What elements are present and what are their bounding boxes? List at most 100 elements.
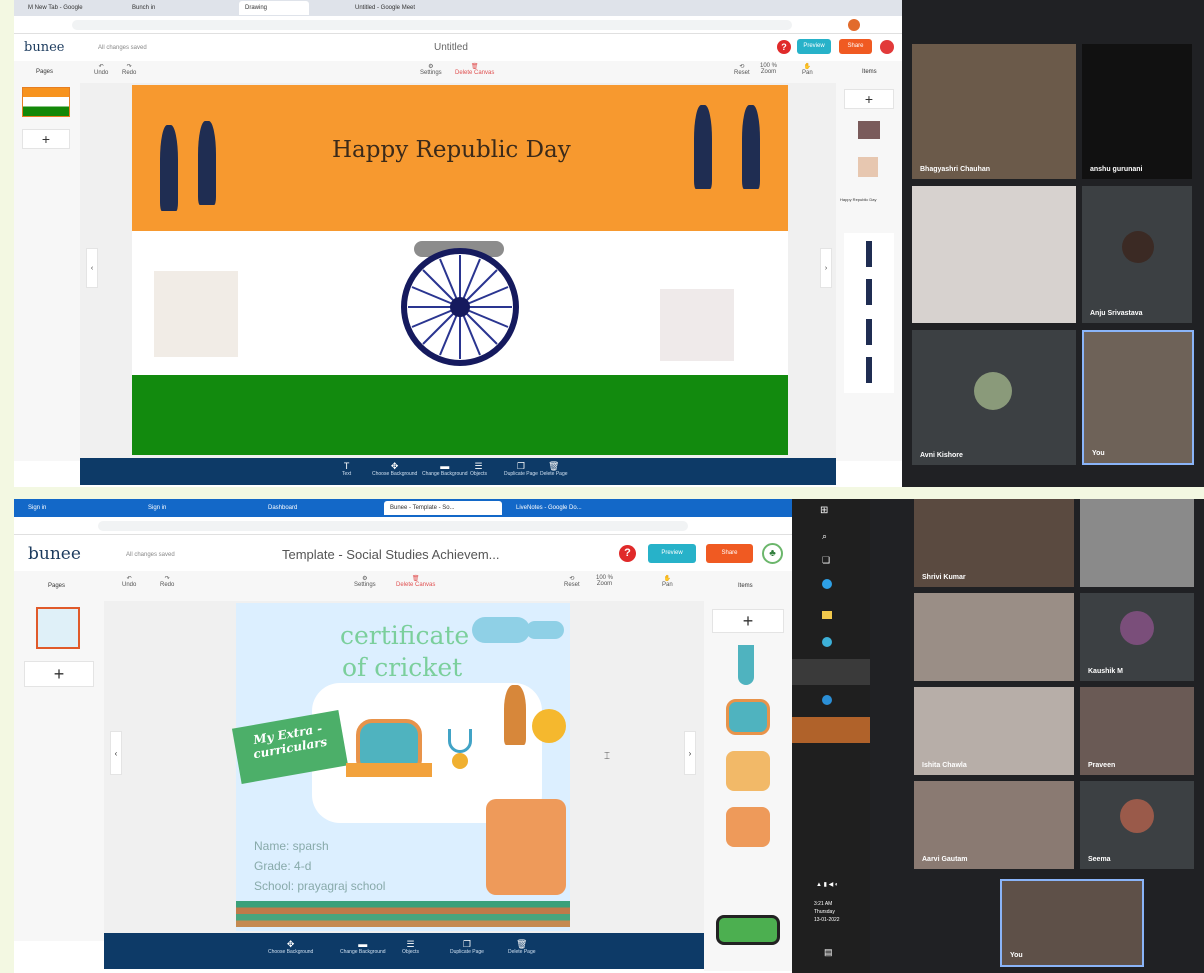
bottom-reset-button[interactable]: ⟲ Reset xyxy=(564,575,580,588)
top-choose-bg-tool[interactable]: ✥ Choose Background xyxy=(372,461,417,477)
top-user-avatar[interactable] xyxy=(880,40,894,54)
item-thumb[interactable] xyxy=(726,751,770,791)
bottom-user-avatar[interactable]: ♣ xyxy=(762,543,783,564)
bottom-delete-tool[interactable]: 🗑 Delete Page xyxy=(508,939,536,955)
top-settings-button[interactable]: ⚙ Settings xyxy=(420,63,442,76)
active-app-icon[interactable] xyxy=(792,717,870,743)
chrome-icon[interactable] xyxy=(792,659,870,685)
participant-tile[interactable]: Shrivi Kumar xyxy=(914,499,1074,587)
top-slide[interactable]: Happy Republic Day xyxy=(132,85,788,455)
bottom-help-icon[interactable]: ? xyxy=(619,545,636,562)
top-pan-button[interactable]: ✋ Pan xyxy=(802,63,813,76)
chick-figure[interactable] xyxy=(532,709,566,743)
bottom-duplicate-tool[interactable]: ❐ Duplicate Page xyxy=(450,939,484,955)
top-tab-1[interactable]: M New Tab - Google xyxy=(22,1,107,15)
bottom-choose-bg-tool[interactable]: ✥ Choose Background xyxy=(268,939,313,955)
name-line[interactable]: Name: sparsh xyxy=(254,839,329,853)
top-tab-3[interactable]: Drawing xyxy=(239,1,309,15)
top-help-icon[interactable]: ? xyxy=(777,40,791,54)
ashoka-chakra-icon[interactable] xyxy=(400,247,520,367)
cert-title-line1[interactable]: certificate xyxy=(340,621,469,650)
soldier-figure[interactable] xyxy=(160,125,178,211)
top-next-page-arrow[interactable]: › xyxy=(820,248,832,288)
notification-icon[interactable]: ▤ xyxy=(824,947,833,958)
top-change-bg-tool[interactable]: ▬ Change Background xyxy=(422,461,468,477)
clock-time[interactable]: 3:21 AM xyxy=(814,901,832,907)
top-profile-icon[interactable] xyxy=(848,19,860,31)
top-undo-button[interactable]: ↶ Undo xyxy=(94,63,108,76)
bottom-next-page-arrow[interactable]: › xyxy=(684,731,696,775)
participant-tile[interactable]: Ishita Chawla xyxy=(914,687,1074,775)
bottom-tab-5[interactable]: LiveNotes - Google Do... xyxy=(510,501,625,515)
bottom-objects-tool[interactable]: ☰ Objects xyxy=(402,939,419,955)
bottom-add-item-button[interactable]: + xyxy=(712,609,784,633)
school-line[interactable]: School: prayagraj school xyxy=(254,879,385,893)
certificate-slide[interactable]: certificate of cricket My Extra -curricu… xyxy=(231,603,570,931)
bottom-prev-page-arrow[interactable]: ‹ xyxy=(110,731,122,775)
participant-tile[interactable]: anshu gurunani xyxy=(1082,44,1192,179)
item-thumb[interactable] xyxy=(866,357,872,383)
bottom-tab-4[interactable]: Bunee - Template - So... xyxy=(384,501,502,515)
bottom-page-thumb[interactable] xyxy=(36,607,80,649)
bottom-preview-button[interactable]: Preview xyxy=(648,544,696,563)
item-thumb[interactable] xyxy=(858,121,880,139)
app-icon[interactable] xyxy=(822,695,832,705)
folder-icon[interactable] xyxy=(822,611,832,619)
bottom-share-button[interactable]: Share xyxy=(706,544,753,563)
start-icon[interactable]: ⊞ xyxy=(820,505,828,516)
bottom-tab-1[interactable]: Sign in xyxy=(22,501,102,515)
item-thumb[interactable] xyxy=(738,645,754,685)
bottom-tab-3[interactable]: Dashboard xyxy=(262,501,352,515)
participant-tile[interactable]: Praveen xyxy=(1080,687,1194,775)
participant-tile[interactable]: Kaushik M xyxy=(1080,593,1194,681)
top-share-button[interactable]: Share xyxy=(839,39,872,54)
top-preview-button[interactable]: Preview xyxy=(797,39,831,54)
soldier-figure[interactable] xyxy=(198,121,216,205)
participant-tile[interactable]: Bhagyashri Chauhan xyxy=(912,44,1076,179)
bottom-pan-button[interactable]: ✋ Pan xyxy=(662,575,673,588)
bottom-undo-button[interactable]: ↶ Undo xyxy=(122,575,136,588)
item-thumb[interactable] xyxy=(866,319,872,345)
soldier-figure[interactable] xyxy=(694,105,712,189)
top-text-tool[interactable]: T Text xyxy=(342,461,351,477)
bottom-delete-canvas-button[interactable]: 🗑 Delete Canvas xyxy=(396,575,435,588)
bottom-app-logo[interactable]: bunee xyxy=(28,544,81,564)
top-prev-page-arrow[interactable]: ‹ xyxy=(86,248,98,288)
item-thumb[interactable] xyxy=(866,279,872,305)
bottom-url-field[interactable] xyxy=(98,521,688,531)
top-reset-button[interactable]: ⟲ Reset xyxy=(734,63,750,76)
grade-line[interactable]: Grade: 4-d xyxy=(254,859,311,873)
slide-title[interactable]: Happy Republic Day xyxy=(332,137,571,163)
top-delete-canvas-button[interactable]: 🗑 Delete Canvas xyxy=(455,63,494,76)
item-thumb[interactable] xyxy=(726,699,770,735)
bottom-change-bg-tool[interactable]: ▬ Change Background xyxy=(340,939,386,955)
green-rect-item[interactable] xyxy=(716,915,780,945)
cloud-icon[interactable] xyxy=(472,617,530,643)
top-zoom-control[interactable]: 100 % Zoom xyxy=(760,63,777,75)
leader-photo[interactable] xyxy=(154,271,238,357)
soldier-figure[interactable] xyxy=(742,105,760,189)
participant-tile[interactable] xyxy=(912,186,1076,323)
participant-tile-self[interactable]: You xyxy=(1082,330,1194,465)
dancers-image[interactable] xyxy=(660,289,734,361)
item-thumb[interactable] xyxy=(858,157,878,177)
top-redo-button[interactable]: ↷ Redo xyxy=(122,63,136,76)
top-add-item-button[interactable]: + xyxy=(844,89,894,109)
top-url-field[interactable] xyxy=(72,20,792,30)
item-thumb[interactable] xyxy=(726,807,770,847)
item-thumb[interactable] xyxy=(866,241,872,267)
top-page-thumb[interactable] xyxy=(22,87,70,117)
kids-figure[interactable] xyxy=(486,799,566,895)
task-view-icon[interactable]: ❏ xyxy=(822,555,830,566)
participant-tile[interactable] xyxy=(914,593,1074,681)
top-tab-2[interactable]: Bunch in xyxy=(126,1,196,15)
bottom-settings-button[interactable]: ⚙ Settings xyxy=(354,575,376,588)
search-icon[interactable]: ⌕ xyxy=(822,531,827,542)
participant-tile-self[interactable]: You xyxy=(1000,879,1144,967)
participant-tile[interactable]: Seema xyxy=(1080,781,1194,869)
bottom-zoom-control[interactable]: 100 % Zoom xyxy=(596,575,613,587)
participant-tile[interactable]: Aarvi Gautam xyxy=(914,781,1074,869)
top-app-logo[interactable]: bunee xyxy=(24,40,64,55)
app-icon[interactable] xyxy=(822,637,832,647)
girl-figure[interactable] xyxy=(504,685,526,745)
